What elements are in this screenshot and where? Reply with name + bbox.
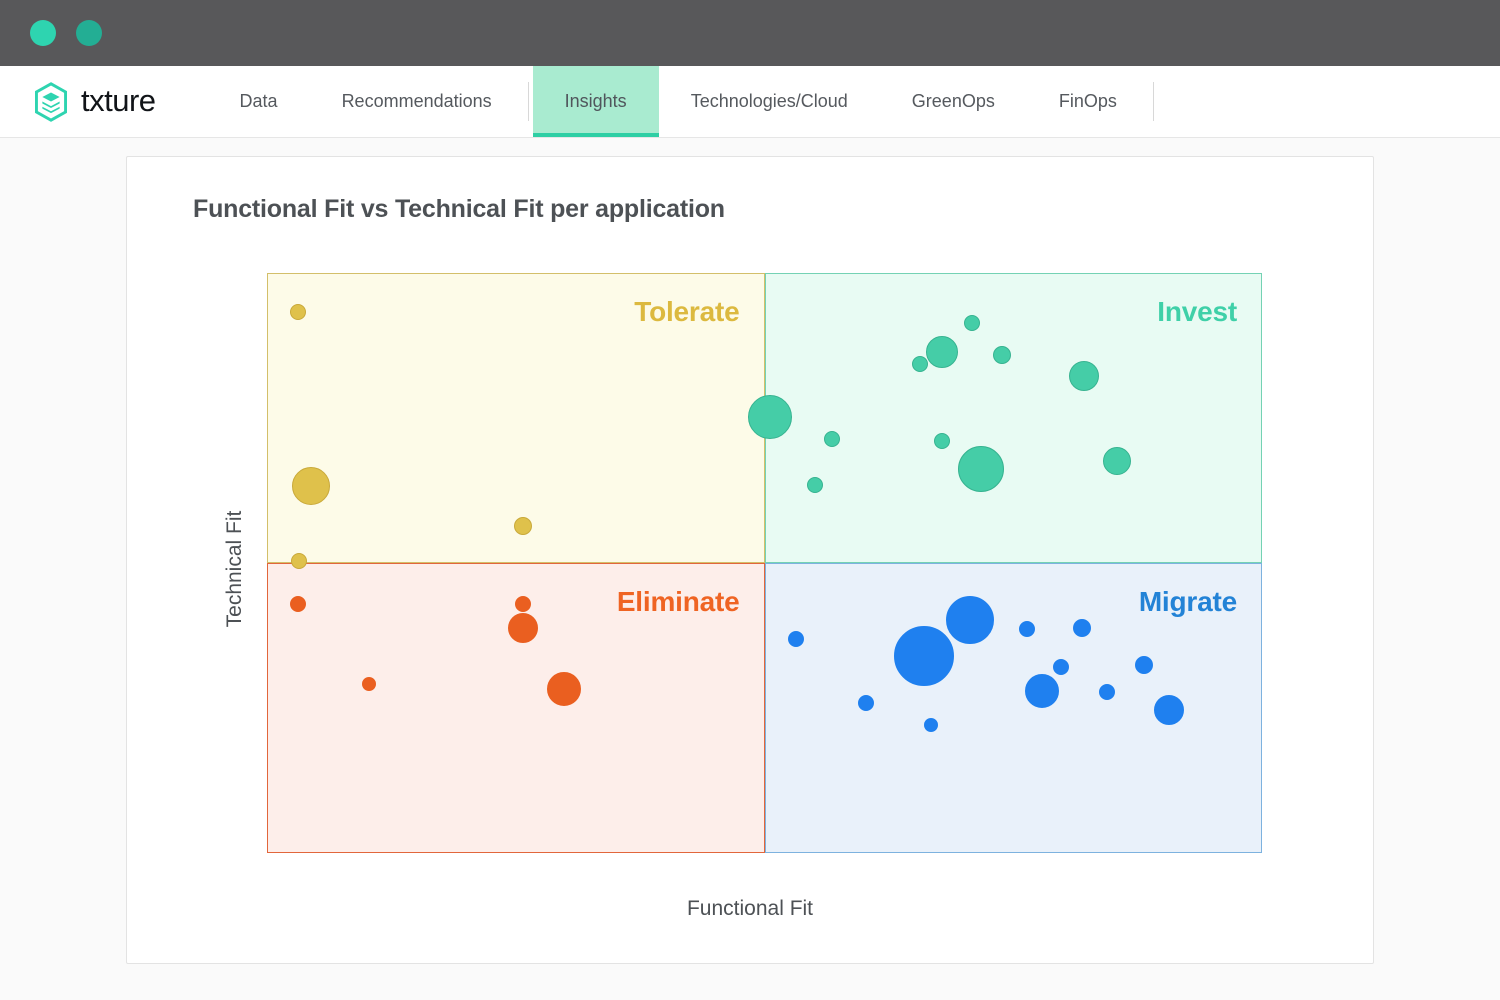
nav-item-recommendations[interactable]: Recommendations (310, 66, 524, 137)
quadrant-label-eliminate: Eliminate (616, 586, 740, 617)
bubble-migrate-0[interactable] (946, 595, 995, 644)
bubble-migrate-3[interactable] (788, 630, 805, 647)
bubble-migrate-9[interactable] (857, 694, 874, 711)
bubble-invest-5[interactable] (1068, 360, 1099, 391)
bubble-invest-9[interactable] (1102, 446, 1131, 475)
nav-item-data[interactable]: Data (208, 66, 310, 137)
nav-items: Data Recommendations Insights Technologi… (208, 66, 1158, 137)
bubble-eliminate-3[interactable] (362, 676, 377, 691)
nav-item-insights[interactable]: Insights (532, 66, 659, 137)
bubble-migrate-10[interactable] (1154, 695, 1185, 726)
bubble-migrate-1[interactable] (1019, 621, 1036, 638)
nav-item-technologies-cloud[interactable]: Technologies/Cloud (659, 66, 880, 137)
main-navbar: txture Data Recommendations Insights Tec… (0, 66, 1500, 138)
bubble-tolerate-2[interactable] (513, 516, 532, 535)
bubble-invest-1[interactable] (964, 314, 981, 331)
bubble-invest-0[interactable] (748, 394, 793, 439)
brand-logo[interactable]: txture (0, 66, 186, 137)
bubble-eliminate-1[interactable] (514, 596, 531, 613)
bubble-invest-10[interactable] (807, 476, 824, 493)
brand-name: txture (81, 82, 156, 118)
bubble-migrate-6[interactable] (1053, 659, 1069, 676)
bubble-invest-6[interactable] (824, 430, 841, 447)
page-body: Functional Fit vs Technical Fit per appl… (0, 138, 1500, 1000)
quadrant-label-invest: Invest (1157, 296, 1237, 327)
quadrant-migrate: Migrate (764, 563, 1262, 853)
quadrant-label-tolerate: Tolerate (634, 296, 740, 327)
bubble-invest-3[interactable] (993, 346, 1012, 365)
quadrant-invest: Invest (764, 273, 1262, 563)
bubble-invest-8[interactable] (958, 446, 1005, 493)
bubble-eliminate-2[interactable] (507, 612, 538, 643)
page-title: Functional Fit vs Technical Fit per appl… (193, 195, 725, 223)
window-title-bar (0, 0, 1500, 66)
y-axis-label: Technical Fit (223, 510, 246, 628)
nav-item-finops[interactable]: FinOps (1027, 66, 1149, 137)
bubble-migrate-5[interactable] (1134, 656, 1153, 675)
bubble-migrate-4[interactable] (893, 625, 954, 686)
bubble-eliminate-0[interactable] (289, 596, 306, 613)
quadrant-chart: Tolerate Invest Eliminate Migrate (267, 273, 1262, 853)
quadrant-label-migrate: Migrate (1138, 586, 1237, 617)
bubble-eliminate-4[interactable] (546, 672, 581, 707)
bubble-migrate-8[interactable] (1098, 684, 1115, 701)
x-axis-label: Functional Fit (686, 897, 814, 920)
bubble-invest-4[interactable] (911, 356, 928, 373)
bubble-invest-7[interactable] (933, 432, 950, 449)
bubble-invest-2[interactable] (925, 336, 958, 369)
bubble-migrate-7[interactable] (1025, 674, 1060, 709)
txture-hexagon-logo-icon (35, 81, 67, 122)
insights-chart-card: Functional Fit vs Technical Fit per appl… (126, 156, 1374, 964)
nav-item-greenops[interactable]: GreenOps (880, 66, 1027, 137)
nav-divider-left (527, 82, 529, 121)
window-dot-icon-2[interactable] (76, 20, 102, 46)
window-dot-icon-1[interactable] (30, 20, 56, 46)
bubble-tolerate-3[interactable] (290, 552, 307, 569)
nav-divider-right (1152, 82, 1154, 121)
bubble-tolerate-1[interactable] (291, 466, 330, 505)
bubble-migrate-11[interactable] (923, 718, 938, 733)
bubble-migrate-2[interactable] (1072, 618, 1091, 637)
bubble-tolerate-0[interactable] (289, 303, 306, 320)
